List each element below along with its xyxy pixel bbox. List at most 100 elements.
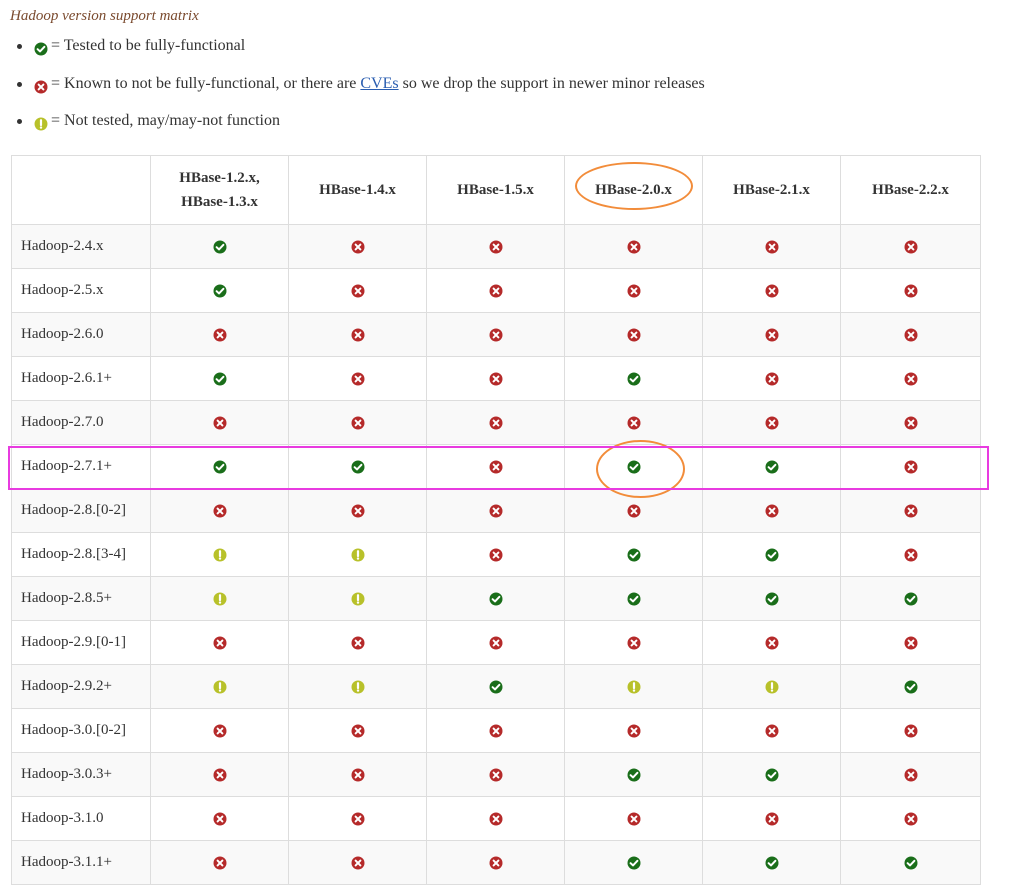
status-cell — [426, 664, 565, 709]
cross-icon — [489, 238, 503, 254]
row-label: Hadoop-2.7.1+ — [11, 444, 151, 489]
status-cell — [150, 664, 289, 709]
cross-icon — [627, 810, 641, 826]
status-cell — [702, 796, 841, 841]
status-cell — [564, 840, 703, 885]
cross-icon — [904, 546, 918, 562]
status-cell — [702, 620, 841, 665]
status-cell — [426, 620, 565, 665]
status-cell — [840, 576, 981, 621]
status-cell — [840, 752, 981, 797]
cross-icon — [765, 414, 779, 430]
cross-icon — [904, 458, 918, 474]
check-icon — [627, 590, 641, 606]
status-cell — [288, 268, 427, 313]
check-icon — [489, 590, 503, 606]
status-cell — [426, 708, 565, 753]
exclaim-icon — [213, 546, 227, 562]
cross-icon — [489, 282, 503, 298]
status-cell — [288, 532, 427, 577]
cross-icon — [351, 722, 365, 738]
cross-icon — [351, 414, 365, 430]
row-label: Hadoop-2.9.2+ — [11, 664, 151, 709]
status-cell — [150, 400, 289, 445]
legend-tested-text: = Tested to be fully-functional — [51, 37, 246, 54]
status-cell — [426, 268, 565, 313]
status-cell — [426, 576, 565, 621]
status-cell — [840, 664, 981, 709]
column-header-label: HBase-2.1.x — [733, 182, 810, 198]
exclaim-icon — [627, 678, 641, 694]
column-header-5: HBase-2.1.x — [702, 155, 841, 225]
table-row: Hadoop-2.8.5+ — [11, 576, 981, 621]
check-icon — [213, 370, 227, 386]
table-row: Hadoop-3.1.0 — [11, 796, 981, 841]
row-label: Hadoop-2.7.0 — [11, 400, 151, 445]
cross-icon — [213, 722, 227, 738]
status-cell — [288, 664, 427, 709]
matrix-caption: Hadoop version support matrix — [10, 8, 199, 24]
exclaim-icon — [34, 112, 48, 136]
status-cell — [564, 312, 703, 357]
check-icon — [213, 282, 227, 298]
status-cell — [840, 796, 981, 841]
row-label: Hadoop-2.8.[3-4] — [11, 532, 151, 577]
column-header-6: HBase-2.2.x — [840, 155, 981, 225]
cross-icon — [765, 282, 779, 298]
status-cell — [702, 268, 841, 313]
check-icon — [765, 590, 779, 606]
status-cell — [840, 444, 981, 489]
legend-list: = Tested to be fully-functional = Known … — [14, 34, 705, 147]
status-cell — [150, 796, 289, 841]
cross-icon — [904, 370, 918, 386]
column-header-3: HBase-1.5.x — [426, 155, 565, 225]
status-cell — [426, 356, 565, 401]
status-cell — [288, 224, 427, 269]
cves-link[interactable]: CVEs — [360, 75, 398, 92]
cross-icon — [765, 370, 779, 386]
cross-icon — [627, 502, 641, 518]
table-row: Hadoop-3.1.1+ — [11, 840, 981, 885]
status-cell — [426, 400, 565, 445]
exclaim-icon — [351, 590, 365, 606]
cross-icon — [489, 326, 503, 342]
status-cell — [702, 752, 841, 797]
version-matrix-table: HBase-1.2.x, HBase-1.3.x HBase-1.4.x HBase-… — [11, 155, 981, 885]
status-cell — [840, 488, 981, 533]
check-icon — [904, 678, 918, 694]
column-header-1: HBase-1.2.x, HBase-1.3.x — [150, 155, 289, 225]
column-header-label: HBase-1.5.x — [457, 182, 534, 198]
cross-icon — [351, 326, 365, 342]
status-cell — [288, 796, 427, 841]
cross-icon — [627, 238, 641, 254]
cross-icon — [904, 414, 918, 430]
table-row: Hadoop-2.7.1+ — [11, 444, 981, 489]
cross-icon — [904, 634, 918, 650]
status-cell — [702, 488, 841, 533]
cross-icon — [904, 722, 918, 738]
status-cell — [288, 488, 427, 533]
status-cell — [564, 708, 703, 753]
table-row: Hadoop-2.8.[3-4] — [11, 532, 981, 577]
cross-icon — [627, 326, 641, 342]
check-icon — [904, 854, 918, 870]
status-cell — [840, 224, 981, 269]
status-cell — [564, 620, 703, 665]
check-icon — [627, 458, 641, 474]
cross-icon — [489, 634, 503, 650]
column-header-2: HBase-1.4.x — [288, 155, 427, 225]
cross-icon — [351, 502, 365, 518]
cross-icon — [351, 634, 365, 650]
cross-icon — [489, 722, 503, 738]
status-cell — [840, 268, 981, 313]
check-icon — [34, 37, 48, 61]
cross-icon — [351, 238, 365, 254]
status-cell — [150, 708, 289, 753]
cross-icon — [213, 326, 227, 342]
status-cell — [288, 444, 427, 489]
table-row: Hadoop-2.9.[0-1] — [11, 620, 981, 665]
cross-icon — [489, 546, 503, 562]
status-cell — [564, 664, 703, 709]
cross-icon — [904, 326, 918, 342]
check-icon — [627, 854, 641, 870]
